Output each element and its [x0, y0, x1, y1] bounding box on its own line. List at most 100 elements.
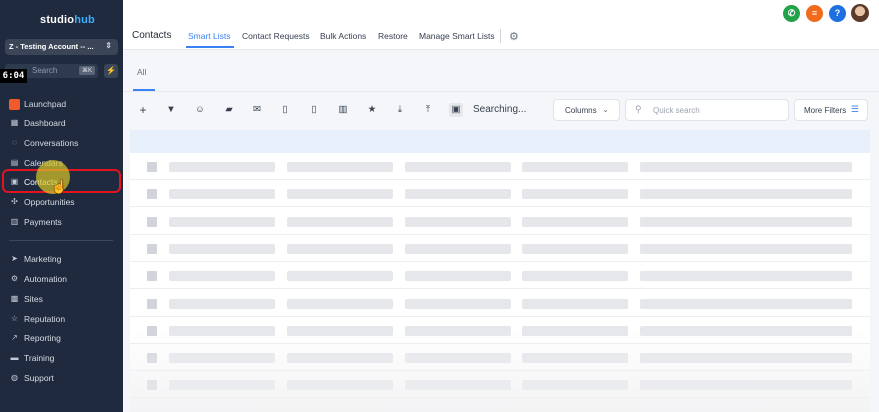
page-title: Contacts [132, 30, 172, 41]
more-filters-button[interactable]: More Filters ☰ [794, 99, 868, 121]
opportunities-icon: ✣ [11, 197, 18, 206]
skeleton-cell [640, 162, 852, 172]
sidebar-item-support[interactable]: ◍ Support [0, 369, 123, 387]
image-icon[interactable]: ▣ [449, 103, 463, 117]
skeleton-cell [522, 243, 628, 254]
phone-icon[interactable]: ✆ [783, 5, 800, 22]
columns-dropdown[interactable]: Columns ⌄ [553, 99, 620, 121]
row-checkbox[interactable] [147, 271, 157, 282]
row-checkbox[interactable] [147, 216, 157, 227]
skeleton-cell [169, 298, 275, 309]
skeleton-cell [405, 298, 511, 309]
brand-logo[interactable]: studiohub [40, 14, 95, 26]
table-row [130, 153, 870, 180]
tab-restore[interactable]: Restore [378, 31, 408, 41]
skeleton-cell [640, 271, 852, 282]
upload-icon[interactable]: ⤒ [421, 103, 435, 117]
list-icon[interactable]: ≡ [806, 5, 823, 22]
sidebar-item-automation[interactable]: ⚙ Automation [0, 270, 123, 288]
gear-icon[interactable]: ⚙ [509, 30, 519, 43]
skeleton-cell [287, 216, 393, 227]
avatar[interactable] [851, 4, 869, 22]
tab-manage-smart-lists[interactable]: Manage Smart Lists [419, 31, 495, 41]
skeleton-cell [169, 162, 275, 172]
automation-icon: ⚙ [10, 274, 19, 283]
table-header [130, 130, 870, 153]
row-checkbox[interactable] [147, 162, 157, 172]
clipboard-icon[interactable]: ▯ [278, 103, 292, 117]
account-switcher[interactable]: Z - Testing Account -- ... ⇕ [5, 39, 118, 55]
tab-contact-requests[interactable]: Contact Requests [242, 31, 310, 41]
table-row [130, 180, 870, 208]
main-content: All + ▼ ☺ ▰ ✉ ▯ ▯ ▥ ★ ⤓ ⤒ ▣ Searching...… [123, 50, 879, 412]
top-bar: Contacts Smart Lists Contact Requests Bu… [123, 0, 879, 50]
skeleton-cell [405, 162, 511, 172]
skeleton-cell [522, 189, 628, 200]
tab-all[interactable]: All [137, 67, 146, 77]
sidebar-item-marketing[interactable]: ➤ Marketing [0, 250, 123, 268]
add-icon[interactable]: + [136, 103, 150, 117]
row-checkbox[interactable] [147, 243, 157, 254]
star-icon: ☆ [10, 314, 19, 323]
filter-icon[interactable]: ▼ [164, 103, 178, 117]
skeleton-cell [287, 243, 393, 254]
message-icon[interactable]: ▰ [222, 103, 236, 117]
sidebar-item-conversations[interactable]: ◌ Conversations [0, 134, 123, 152]
dashboard-icon: ▦ [10, 118, 19, 127]
sidebar-item-sites[interactable]: ▩ Sites [0, 290, 123, 308]
tab-separator [500, 29, 501, 43]
skeleton-cell [405, 271, 511, 282]
sidebar-item-launchpad[interactable]: Launchpad [0, 95, 123, 113]
hand-cursor-icon: ☝ [51, 179, 68, 194]
sidebar-item-payments[interactable]: ▥ Payments [0, 213, 123, 231]
chevron-updown-icon: ⇕ [105, 41, 112, 50]
active-tab-indicator [186, 46, 234, 48]
clipboard-remove-icon[interactable]: ▯ [307, 103, 321, 117]
sidebar-item-reputation[interactable]: ☆ Reputation [0, 310, 123, 328]
trash-icon[interactable]: ▥ [336, 103, 350, 117]
skeleton-cell [522, 216, 628, 227]
skeleton-cell [640, 298, 852, 309]
skeleton-cell [522, 298, 628, 309]
sliders-icon: ☰ [850, 104, 859, 114]
star-icon[interactable]: ★ [365, 103, 379, 117]
skeleton-cell [522, 271, 628, 282]
help-button[interactable]: ? [829, 5, 846, 22]
skeleton-cell [522, 162, 628, 172]
table-row [130, 262, 870, 290]
send-icon: ➤ [11, 254, 18, 263]
table-row [130, 235, 870, 262]
account-name: Z - Testing Account -- ... [9, 42, 94, 51]
download-icon[interactable]: ⤓ [393, 103, 407, 117]
content-divider [123, 91, 879, 92]
skeleton-cell [169, 216, 275, 227]
support-icon: ◍ [11, 373, 18, 382]
skeleton-cell [405, 189, 511, 200]
rocket-icon [9, 99, 20, 110]
sites-icon: ▩ [10, 294, 19, 303]
table-row [130, 290, 870, 317]
row-checkbox[interactable] [147, 298, 157, 309]
row-checkbox[interactable] [147, 189, 157, 200]
sidebar-item-dashboard[interactable]: ▦ Dashboard [0, 114, 123, 132]
quick-action-bolt-icon[interactable]: ⚡ [104, 64, 118, 78]
sidebar-item-reporting[interactable]: ↗ Reporting [0, 329, 123, 347]
sidebar-item-training[interactable]: ▬ Training [0, 349, 123, 367]
video-timer: 6:04 [0, 69, 27, 83]
shortcut-badge: ⌘K [78, 66, 95, 75]
skeleton-cell [287, 189, 393, 200]
tab-smart-lists[interactable]: Smart Lists [188, 31, 231, 41]
email-icon[interactable]: ✉ [250, 103, 264, 117]
tab-bulk-actions[interactable]: Bulk Actions [320, 31, 366, 41]
skeleton-cell [287, 162, 393, 172]
robot-icon[interactable]: ☺ [193, 103, 207, 117]
quick-search-input[interactable]: ⚲ Quick search [625, 99, 789, 121]
skeleton-cell [640, 243, 852, 254]
search-status: Searching... [473, 104, 527, 115]
sidebar: studiohub Z - Testing Account -- ... ⇕ S… [0, 0, 123, 412]
skeleton-cell [640, 189, 852, 200]
skeleton-cell [169, 243, 275, 254]
loading-fade [130, 330, 870, 412]
sidebar-item-opportunities[interactable]: ✣ Opportunities [0, 193, 123, 211]
skeleton-cell [287, 271, 393, 282]
